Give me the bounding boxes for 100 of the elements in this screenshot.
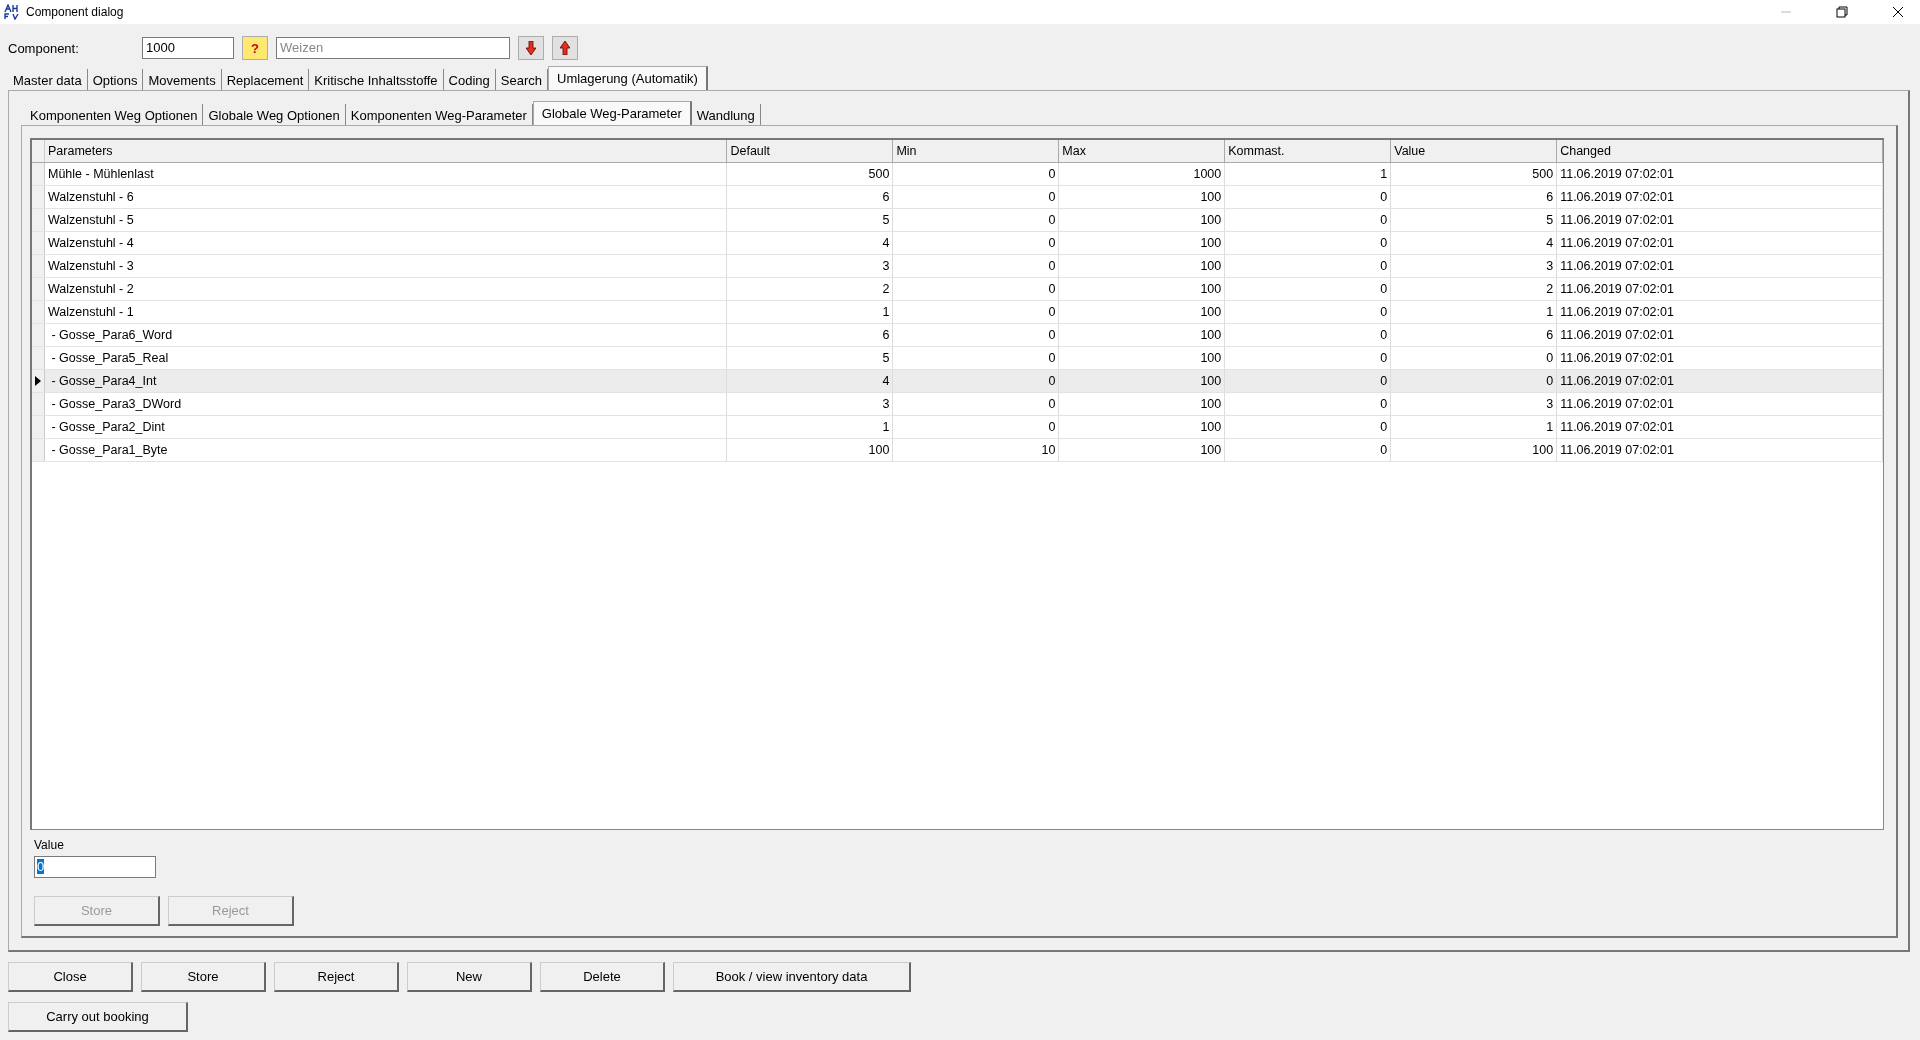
column-header[interactable]: Kommast. <box>1225 140 1392 162</box>
table-cell: 1 <box>727 301 894 323</box>
tab[interactable]: Umlagerung (Automatik) <box>548 66 708 90</box>
carry-out-booking-button[interactable]: Carry out booking <box>8 1002 188 1032</box>
table-cell: 4 <box>727 370 894 392</box>
table-cell: 100 <box>1059 232 1226 254</box>
table-cell: 100 <box>1391 439 1558 461</box>
table-cell: 0 <box>893 209 1060 231</box>
row-header <box>32 209 45 231</box>
table-cell: 0 <box>893 186 1060 208</box>
table-cell: 0 <box>1225 370 1392 392</box>
column-header[interactable]: Default <box>727 140 894 162</box>
table-cell: 0 <box>1225 232 1392 254</box>
table-cell: 5 <box>1391 209 1558 231</box>
window-title: Component dialog <box>26 5 124 19</box>
table-cell: 6 <box>727 324 894 346</box>
table-row[interactable]: Walzenstuhl - 4 4 0 100 0 4 11.06.2019 07:02:01 <box>32 232 1883 255</box>
table-row[interactable]: - Gosse_Para4_Int 4 0 100 0 0 11.06.2019 07:02:01 <box>32 370 1883 393</box>
table-cell: 1 <box>727 416 894 438</box>
table-cell: 0 <box>893 347 1060 369</box>
table-cell: - Gosse_Para2_Dint <box>45 416 728 438</box>
dialog-button[interactable]: Delete <box>540 962 665 992</box>
table-cell: - Gosse_Para5_Real <box>45 347 728 369</box>
column-header[interactable]: Parameters <box>45 140 728 162</box>
value-label: Value <box>34 838 65 852</box>
table-cell: - Gosse_Para6_Word <box>45 324 728 346</box>
table-row[interactable]: Walzenstuhl - 3 3 0 100 0 3 11.06.2019 07:02:01 <box>32 255 1883 278</box>
table-cell: 1 <box>1391 416 1558 438</box>
column-header[interactable]: Changed <box>1557 140 1883 162</box>
table-cell: 6 <box>1391 324 1558 346</box>
table-row[interactable]: Walzenstuhl - 6 6 0 100 0 6 11.06.2019 07:02:01 <box>32 186 1883 209</box>
component-number-field[interactable]: 1000 <box>142 37 234 59</box>
column-header[interactable]: Value <box>1391 140 1558 162</box>
dialog-button[interactable]: Store <box>141 962 266 992</box>
table-cell: 11.06.2019 07:02:01 <box>1557 370 1883 392</box>
table-cell: 11.06.2019 07:02:01 <box>1557 324 1883 346</box>
table-cell: 0 <box>1225 347 1392 369</box>
table-cell: 0 <box>893 255 1060 277</box>
table-cell: 0 <box>1225 209 1392 231</box>
table-cell: 0 <box>1225 278 1392 300</box>
row-header <box>32 301 45 323</box>
table-cell: 0 <box>893 370 1060 392</box>
table-cell: 3 <box>1391 255 1558 277</box>
table-cell: 100 <box>1059 324 1226 346</box>
table-row[interactable]: - Gosse_Para2_Dint 1 0 100 0 1 11.06.2019 07:02:01 <box>32 416 1883 439</box>
table-cell: Walzenstuhl - 1 <box>45 301 728 323</box>
table-row[interactable]: Walzenstuhl - 1 1 0 100 0 1 11.06.2019 07:02:01 <box>32 301 1883 324</box>
table-row[interactable]: - Gosse_Para1_Byte 100 10 100 0 100 11.06.2019 07:02:01 <box>32 439 1883 462</box>
column-header[interactable]: Max <box>1059 140 1226 162</box>
table-cell: 0 <box>1225 324 1392 346</box>
down-arrow-icon <box>526 41 536 55</box>
table-cell: 4 <box>727 232 894 254</box>
next-button[interactable] <box>518 36 544 60</box>
table-cell: 11.06.2019 07:02:01 <box>1557 186 1883 208</box>
value-field[interactable]: 0 <box>34 856 156 878</box>
table-row[interactable]: Walzenstuhl - 2 2 0 100 0 2 11.06.2019 07:02:01 <box>32 278 1883 301</box>
up-arrow-icon <box>560 41 570 55</box>
table-row[interactable]: - Gosse_Para6_Word 6 0 100 0 6 11.06.2019 07:02:01 <box>32 324 1883 347</box>
row-header <box>32 416 45 438</box>
table-cell: - Gosse_Para3_DWord <box>45 393 728 415</box>
table-cell: 0 <box>893 416 1060 438</box>
table-row[interactable]: - Gosse_Para3_DWord 3 0 100 0 3 11.06.2019 07:02:01 <box>32 393 1883 416</box>
column-header[interactable]: Min <box>893 140 1060 162</box>
row-header <box>32 186 45 208</box>
table-cell: 11.06.2019 07:02:01 <box>1557 163 1883 185</box>
table-cell: 11.06.2019 07:02:01 <box>1557 232 1883 254</box>
table-cell: 11.06.2019 07:02:01 <box>1557 255 1883 277</box>
help-button[interactable]: ? <box>242 36 268 60</box>
table-cell: 11.06.2019 07:02:01 <box>1557 439 1883 461</box>
table-cell: 500 <box>1391 163 1558 185</box>
table-row[interactable]: Walzenstuhl - 5 5 0 100 0 5 11.06.2019 07:02:01 <box>32 209 1883 232</box>
close-icon[interactable] <box>1892 6 1904 18</box>
dialog-button[interactable]: Reject <box>274 962 399 992</box>
table-cell: 100 <box>1059 439 1226 461</box>
table-cell: 500 <box>727 163 894 185</box>
table-cell: Walzenstuhl - 6 <box>45 186 728 208</box>
table-cell: 0 <box>1225 393 1392 415</box>
table-cell: 0 <box>1391 370 1558 392</box>
table-cell: 6 <box>1391 186 1558 208</box>
table-cell: 0 <box>1225 439 1392 461</box>
row-header <box>32 439 45 461</box>
table-cell: - Gosse_Para1_Byte <box>45 439 728 461</box>
table-cell: 4 <box>1391 232 1558 254</box>
table-row[interactable]: Mühle - Mühlenlast 500 0 1000 1 500 11.06.2019 07:02:01 <box>32 163 1883 186</box>
table-cell: Mühle - Mühlenlast <box>45 163 728 185</box>
table-cell: 100 <box>1059 416 1226 438</box>
table-cell: Walzenstuhl - 2 <box>45 278 728 300</box>
tab[interactable]: Globale Weg-Parameter <box>532 101 692 125</box>
table-cell: 11.06.2019 07:02:01 <box>1557 278 1883 300</box>
table-cell: Walzenstuhl - 5 <box>45 209 728 231</box>
previous-button[interactable] <box>552 36 578 60</box>
dialog-button[interactable]: Close <box>8 962 133 992</box>
table-cell: 0 <box>1225 255 1392 277</box>
table-cell: 11.06.2019 07:02:01 <box>1557 347 1883 369</box>
restore-icon[interactable] <box>1836 6 1848 18</box>
dialog-button[interactable]: New <box>407 962 532 992</box>
dialog-button[interactable]: Book / view inventory data <box>673 962 911 992</box>
table-cell: 0 <box>893 393 1060 415</box>
table-cell: 3 <box>727 255 894 277</box>
table-cell: Walzenstuhl - 4 <box>45 232 728 254</box>
